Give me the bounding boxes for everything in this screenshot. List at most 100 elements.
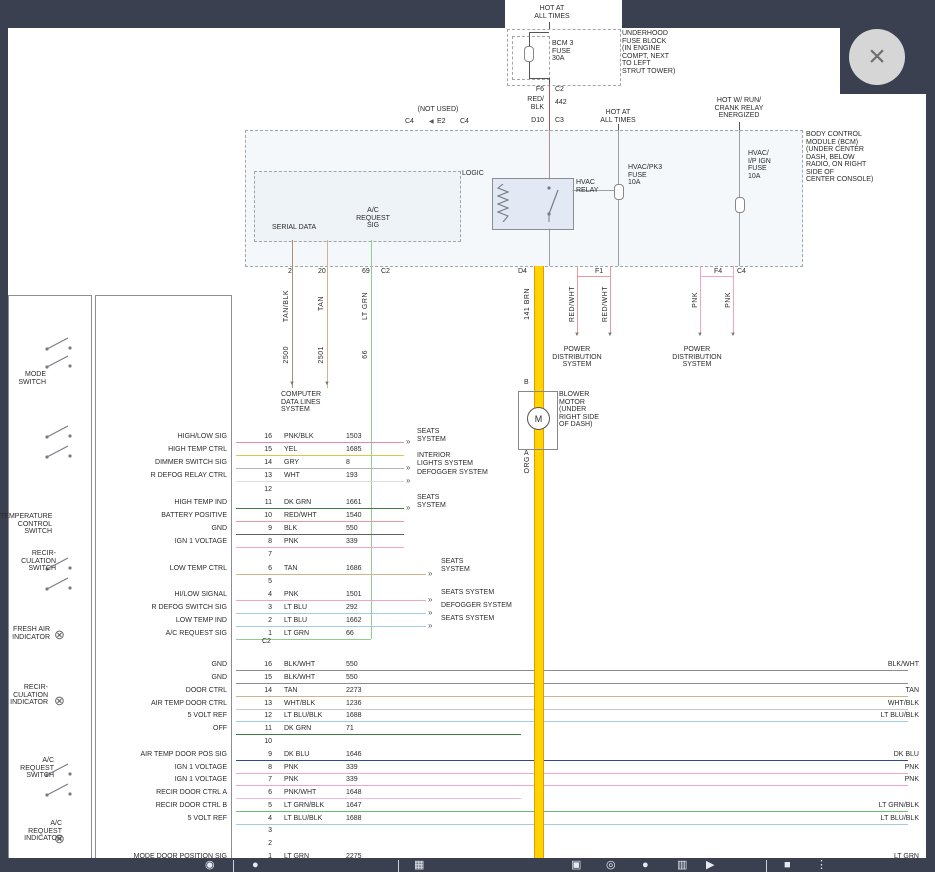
wire-color: DK GRN bbox=[284, 499, 311, 507]
bcm-connector-c4: C4 bbox=[737, 268, 746, 276]
bcm-pin-2: 2 bbox=[288, 268, 292, 276]
wire-line bbox=[236, 508, 404, 509]
pin-number: 15 bbox=[252, 674, 272, 682]
circuit-number: 550 bbox=[346, 525, 358, 533]
wire-line bbox=[236, 442, 404, 443]
pin-function: BATTERY POSITIVE bbox=[97, 512, 227, 520]
motor-symbol: M bbox=[527, 407, 550, 430]
ip-ign-fuse-label: HVAC/ I/P IGN FUSE 10A bbox=[748, 150, 784, 180]
record-icon[interactable]: ● bbox=[642, 859, 649, 871]
switch-symbol bbox=[44, 336, 74, 352]
pin-number: 8 bbox=[252, 538, 272, 546]
circuit-442: 442 bbox=[555, 99, 575, 107]
tan-label: TAN bbox=[318, 296, 325, 311]
wire-line bbox=[529, 78, 549, 79]
apps-grid-icon[interactable]: ▦ bbox=[414, 859, 424, 871]
wire-color: BLK/WHT bbox=[284, 674, 315, 682]
pin-number: 1 bbox=[252, 630, 272, 638]
toolbar-divider bbox=[766, 860, 767, 872]
terminal-a: A bbox=[524, 450, 529, 458]
recirculation-switch-label: RECIR- CULATION SWITCH bbox=[12, 550, 56, 573]
bcm-location-label: BODY CONTROL MODULE (BCM) (UNDER CENTER … bbox=[806, 131, 910, 184]
seats-system-label: SEATS SYSTEM bbox=[441, 615, 494, 623]
pin-function: LOW TEMP IND bbox=[97, 617, 227, 625]
user-icon[interactable]: ◉ bbox=[205, 859, 215, 871]
wire-line bbox=[236, 670, 908, 671]
share-icon[interactable]: ▶ bbox=[706, 859, 714, 871]
wire-color-right: LT BLU/BLK bbox=[839, 815, 919, 823]
arrow-down-icon: ▼ bbox=[697, 332, 703, 338]
wire-color-right: DK BLU bbox=[839, 751, 919, 759]
pin-number: 11 bbox=[252, 725, 272, 733]
bottom-toolbar: ◉ ● ▦ ▣ ◎ ● ▥ ▶ ■ ⋮ bbox=[0, 858, 935, 872]
connector-c4-right: C4 bbox=[460, 118, 476, 126]
wire-color: BLK/WHT bbox=[284, 661, 315, 669]
pin-function: RECIR DOOR CTRL B bbox=[97, 802, 227, 810]
columns-icon[interactable]: ▥ bbox=[677, 859, 687, 871]
pin-row: 3 bbox=[0, 827, 935, 840]
arrow-down-icon: ▼ bbox=[289, 381, 295, 387]
ac-request-indicator-label: A/C REQUEST INDICATOR bbox=[20, 820, 62, 843]
relay-switch-symbol bbox=[536, 184, 562, 224]
wire-line bbox=[236, 521, 404, 522]
feed-wire bbox=[739, 122, 740, 130]
pin-row: OFF11DK GRN71 bbox=[0, 725, 935, 738]
pin-number: 9 bbox=[252, 525, 272, 533]
pin-number: 10 bbox=[252, 512, 272, 520]
seats-system-label: SEATS SYSTEM bbox=[441, 589, 494, 597]
bcm-pin-f1: F1 bbox=[595, 268, 603, 276]
pnk-wire bbox=[733, 266, 734, 334]
bcm-pin-20: 20 bbox=[318, 268, 326, 276]
pin-row: IGN 1 VOLTAGE8PNK339 bbox=[0, 538, 935, 551]
pin-function: 5 VOLT REF bbox=[97, 815, 227, 823]
fuse-symbol bbox=[524, 46, 534, 62]
close-button[interactable]: × bbox=[849, 29, 905, 85]
underhood-fuse-block-label: UNDERHOOD FUSE BLOCK (IN ENGINE COMPT, N… bbox=[622, 30, 686, 75]
serial-data-label: SERIAL DATA bbox=[272, 224, 316, 232]
tan-blk-wire bbox=[292, 240, 293, 388]
pin-number: 16 bbox=[252, 433, 272, 441]
hot-at-all-times-label: HOT AT ALL TIMES bbox=[524, 5, 580, 20]
pin-number: 9 bbox=[252, 751, 272, 759]
pin-function: GND bbox=[97, 661, 227, 669]
circuit-number: 339 bbox=[346, 764, 358, 772]
bcm3-fuse-label: BCM 3 FUSE 30A bbox=[552, 40, 592, 63]
pin-function: AIR TEMP DOOR POS SIG bbox=[97, 751, 227, 759]
arrow-down-icon: ▼ bbox=[730, 332, 736, 338]
pin-number: 7 bbox=[252, 776, 272, 784]
pin-number: 5 bbox=[252, 802, 272, 810]
overflow-menu-icon[interactable]: ⋮ bbox=[816, 859, 827, 871]
fresh-air-indicator-label: FRESH AIR INDICATOR bbox=[4, 626, 50, 641]
circuit-number: 2273 bbox=[346, 687, 362, 695]
camera-icon[interactable]: ◎ bbox=[606, 859, 616, 871]
wire-line bbox=[236, 600, 426, 601]
wire-line bbox=[236, 709, 908, 710]
pin-number: 2 bbox=[252, 840, 272, 848]
circuit-number: 1647 bbox=[346, 802, 362, 810]
wire-line bbox=[236, 734, 521, 735]
defogger-system-label: DEFOGGER SYSTEM bbox=[441, 602, 512, 610]
highlighted-brn-wire[interactable] bbox=[534, 266, 544, 860]
circuit-66: 66 bbox=[362, 350, 369, 359]
pin-function: HIGH TEMP IND bbox=[97, 499, 227, 507]
pin-function: HIGH TEMP CTRL bbox=[97, 446, 227, 454]
pin-number: 12 bbox=[252, 486, 272, 494]
wire-line bbox=[236, 534, 404, 535]
wire-color: LT GRN bbox=[284, 630, 309, 638]
circuit-number: 1662 bbox=[346, 617, 362, 625]
profile-icon[interactable]: ● bbox=[252, 859, 259, 871]
stop-icon[interactable]: ■ bbox=[784, 859, 791, 871]
connector-c4-left: C4 bbox=[405, 118, 421, 126]
relay-coil-symbol bbox=[497, 184, 509, 222]
arrow-down-icon: ▼ bbox=[574, 332, 580, 338]
pin-function: IGN 1 VOLTAGE bbox=[97, 776, 227, 784]
circuit-number: 339 bbox=[346, 776, 358, 784]
connector-c2: C2 bbox=[555, 86, 575, 94]
circuit-number: 1648 bbox=[346, 789, 362, 797]
wire-color-right: BLK/WHT bbox=[839, 661, 919, 669]
pin-row: 10 bbox=[0, 738, 935, 751]
arrow-left-icon: ◀ bbox=[429, 118, 434, 126]
screenshot-icon[interactable]: ▣ bbox=[571, 859, 581, 871]
hot-at-all-times-label-2: HOT AT ALL TIMES bbox=[590, 109, 646, 124]
circuit-number: 292 bbox=[346, 604, 358, 612]
